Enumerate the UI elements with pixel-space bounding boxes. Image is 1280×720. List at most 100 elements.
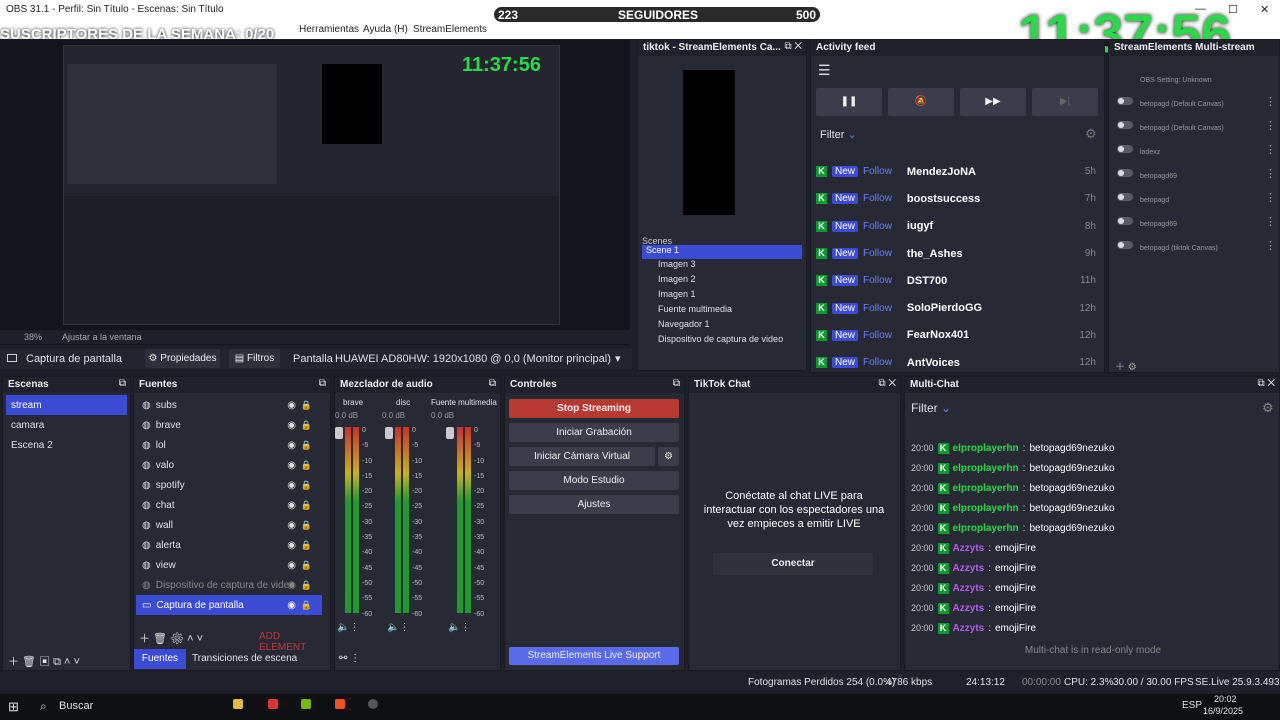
chat-user[interactable]: elproplayerhn: [953, 523, 1019, 534]
dock-float-icon[interactable]: ⧉: [319, 378, 326, 389]
more-icon[interactable]: ⋮: [1265, 239, 1276, 252]
lock-icon[interactable]: 🔒: [301, 500, 312, 511]
activity-item[interactable]: K New Follow MendezJoNA 5h: [816, 158, 1096, 185]
speaker-icon[interactable]: 🔈⋮: [337, 622, 359, 633]
pause-button[interactable]: ❚❚: [816, 88, 882, 116]
multistream-item[interactable]: betopagd ⋮: [1112, 188, 1278, 212]
source-item[interactable]: ◍ valo ◉ 🔒: [136, 455, 322, 475]
activity-filter[interactable]: Filter ⌄: [820, 128, 857, 141]
eye-icon[interactable]: ◉: [287, 560, 296, 571]
more-icon[interactable]: ⋮: [1265, 167, 1276, 180]
vcam-settings-button[interactable]: ⚙: [658, 447, 679, 466]
tiktok-scene-item[interactable]: Navegador 1: [642, 319, 802, 334]
source-item[interactable]: ◍ lol ◉ 🔒: [136, 435, 322, 455]
eye-icon[interactable]: ◉: [287, 480, 296, 491]
source-item[interactable]: ◍ brave ◉ 🔒: [136, 415, 322, 435]
activity-item[interactable]: K New Follow boostsuccess 7h: [816, 185, 1096, 212]
chat-user[interactable]: elproplayerhn: [953, 503, 1019, 514]
multichat-filter[interactable]: Filter ⌄: [911, 401, 951, 415]
hamburger-icon[interactable]: ☰: [818, 62, 831, 79]
activity-item[interactable]: K New Follow SoloPierdoGG 12h: [816, 294, 1096, 321]
toggle-switch[interactable]: [1117, 193, 1133, 201]
source-item[interactable]: ◍ alerta ◉ 🔒: [136, 535, 322, 555]
brave-icon[interactable]: [335, 699, 345, 712]
windows-start-icon[interactable]: ⊞: [8, 699, 19, 715]
connect-button[interactable]: Conectar: [713, 553, 873, 575]
skip-button[interactable]: ▶▶: [960, 88, 1026, 116]
support-button[interactable]: StreamElements Live Support: [509, 647, 679, 665]
studio-mode-button[interactable]: Modo Estudio: [509, 471, 679, 490]
eye-icon[interactable]: ◉: [287, 400, 296, 411]
speaker-icon[interactable]: 🔈⋮: [387, 622, 409, 633]
start-virtual-cam-button[interactable]: Iniciar Cámara Virtual: [509, 447, 655, 466]
toggle-switch[interactable]: [1117, 217, 1133, 225]
more-icon[interactable]: ⋮: [1265, 119, 1276, 132]
multistream-add-icon[interactable]: ＋ ⚙: [1115, 358, 1137, 373]
scene-item[interactable]: stream: [6, 395, 127, 415]
mute-alerts-button[interactable]: 🔕: [888, 88, 954, 116]
tiktok-scene-item[interactable]: Dispositivo de captura de video: [642, 334, 802, 349]
speaker-icon[interactable]: 🔈⋮: [448, 622, 470, 633]
multistream-item[interactable]: ladexz ⋮: [1112, 140, 1278, 164]
start-recording-button[interactable]: Iniciar Grabación: [509, 423, 679, 442]
more-icon[interactable]: ⋮: [1265, 95, 1276, 108]
stop-streaming-button[interactable]: Stop Streaming: [509, 399, 679, 418]
tab-transitions[interactable]: Transiciones de escena: [192, 653, 297, 664]
multistream-item[interactable]: betopagd69 ⋮: [1112, 212, 1278, 236]
obs-icon[interactable]: [368, 699, 378, 712]
close-button[interactable]: ✕: [1260, 3, 1269, 16]
nvidia-icon[interactable]: [301, 699, 311, 712]
dock-controls[interactable]: ⧉ ✕: [878, 378, 896, 389]
eye-icon[interactable]: ◉: [287, 600, 296, 611]
eye-icon[interactable]: ◉: [287, 520, 296, 531]
chat-user[interactable]: Azzyts: [953, 583, 985, 594]
tiktok-scene-item[interactable]: Scene 1: [642, 245, 802, 259]
more-icon[interactable]: ⋮: [1265, 215, 1276, 228]
dock-controls[interactable]: ⧉ ✕: [784, 41, 802, 52]
tiktok-scene-item[interactable]: Fuente multimedia: [642, 304, 802, 319]
skip-end-button[interactable]: ▶|: [1032, 88, 1098, 116]
settings-gear-icon[interactable]: ⚙: [1262, 400, 1274, 416]
dock-float-icon[interactable]: ⧉: [489, 378, 496, 389]
eye-icon[interactable]: ◉: [287, 580, 296, 591]
more-icon[interactable]: ⋮: [1265, 191, 1276, 204]
lock-icon[interactable]: 🔒: [301, 480, 312, 491]
lock-icon[interactable]: 🔒: [301, 520, 312, 531]
taskbar-date[interactable]: 16/9/2025: [1203, 706, 1243, 716]
taskbar-search[interactable]: Buscar: [59, 700, 93, 712]
menu-tools[interactable]: Herramientas: [299, 24, 359, 35]
mixer-toolbar[interactable]: ⚯ ⋮: [339, 653, 360, 664]
zoom-fit[interactable]: Ajustar a la ventana: [62, 332, 142, 342]
chat-user[interactable]: elproplayerhn: [953, 443, 1019, 454]
language-indicator[interactable]: ESP: [1182, 700, 1202, 711]
chat-user[interactable]: Azzyts: [953, 603, 985, 614]
activity-item[interactable]: K New Follow the_Ashes 9h: [816, 240, 1096, 267]
chat-user[interactable]: elproplayerhn: [953, 483, 1019, 494]
eye-icon[interactable]: ◉: [287, 500, 296, 511]
lock-icon[interactable]: 🔒: [301, 400, 312, 411]
settings-gear-icon[interactable]: ⚙: [1085, 126, 1097, 142]
scene-toolbar[interactable]: ＋ 🗑 ▣ ⧉ ˄ ˅: [8, 653, 80, 669]
volume-fader[interactable]: [446, 427, 454, 439]
multistream-item[interactable]: betopagd69 ⋮: [1112, 164, 1278, 188]
toggle-switch[interactable]: [1117, 97, 1133, 105]
source-item[interactable]: ◍ view ◉ 🔒: [136, 555, 322, 575]
lock-icon[interactable]: 🔒: [301, 440, 312, 451]
lock-icon[interactable]: 🔒: [301, 580, 312, 591]
settings-button[interactable]: Ajustes: [509, 495, 679, 514]
activity-item[interactable]: K New Follow AntVoices 12h: [816, 349, 1096, 376]
eye-icon[interactable]: ◉: [287, 420, 296, 431]
tiktok-scene-item[interactable]: Imagen 2: [642, 274, 802, 289]
source-item[interactable]: ◍ Dispositivo de captura de video ◉ 🔒: [136, 575, 322, 595]
menu-streamelements[interactable]: StreamElements: [413, 24, 487, 35]
pdf-icon[interactable]: [268, 699, 278, 712]
activity-item[interactable]: K New Follow iugyf 8h: [816, 213, 1096, 240]
chat-user[interactable]: Azzyts: [953, 623, 985, 634]
chat-user[interactable]: Azzyts: [953, 543, 985, 554]
source-toolbar-icons[interactable]: ＋ 🗑 ⚙ ˄ ˅: [139, 630, 203, 646]
dock-float-icon[interactable]: ⧉: [119, 378, 126, 389]
lock-icon[interactable]: 🔒: [301, 540, 312, 551]
lock-icon[interactable]: 🔒: [301, 420, 312, 431]
multistream-item[interactable]: betopagd (Default Canvas) ⋮: [1112, 116, 1278, 140]
multistream-item[interactable]: betopagd (Default Canvas) ⋮: [1112, 92, 1278, 116]
